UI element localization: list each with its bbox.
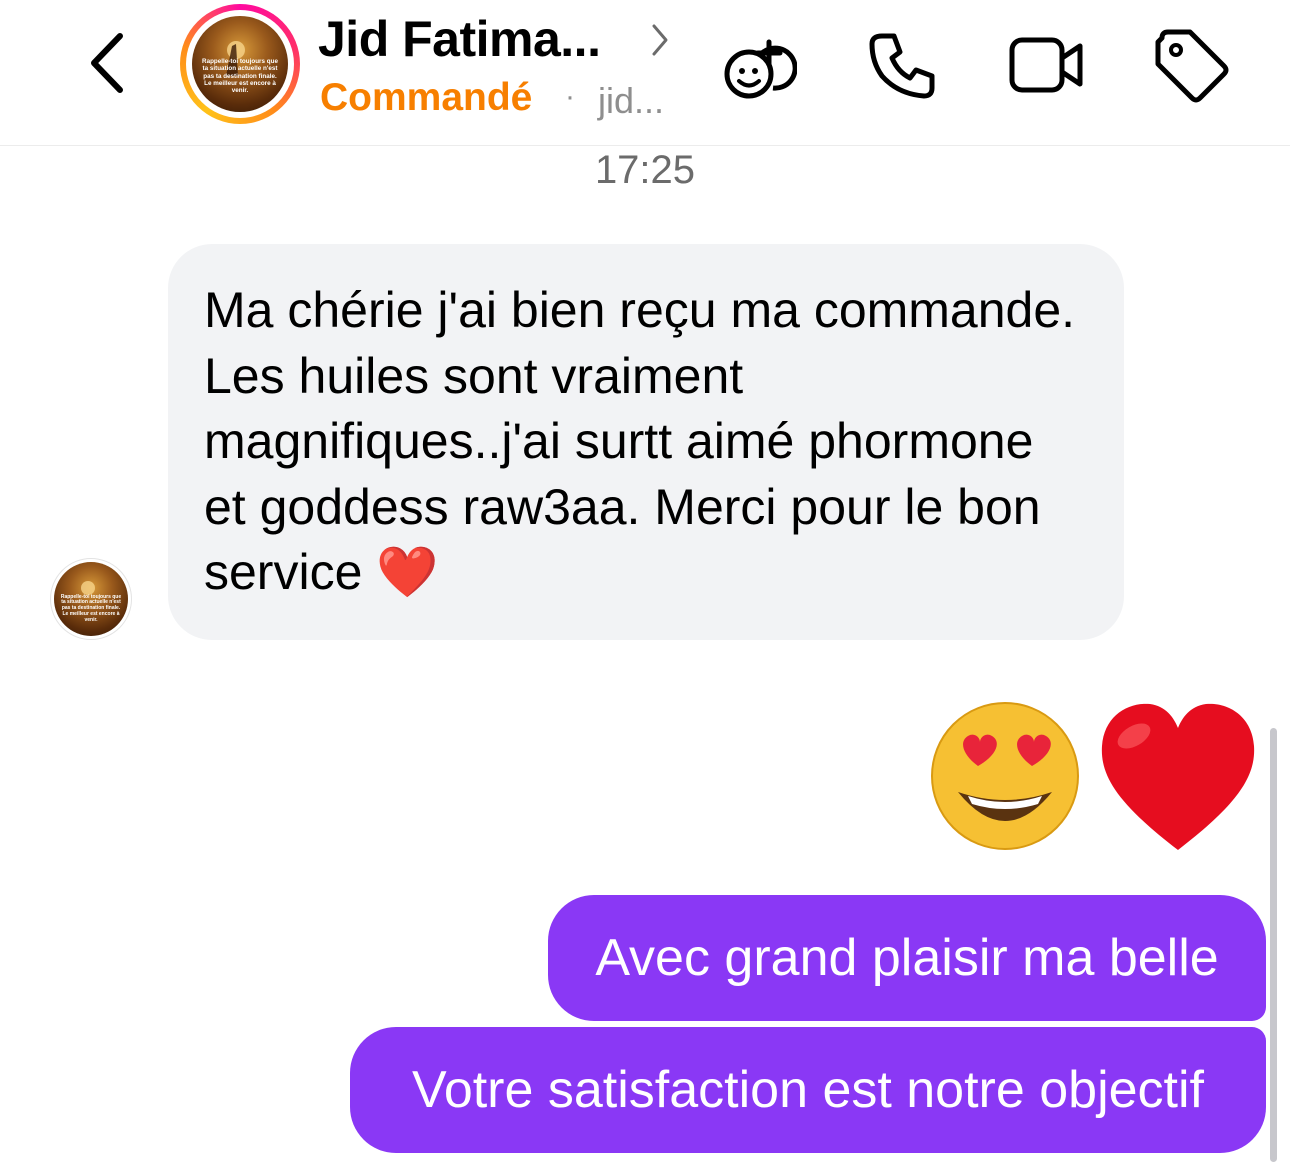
heart-eyes-emoji-icon — [931, 702, 1079, 850]
scrollbar[interactable] — [1270, 728, 1277, 1162]
outgoing-message-bubble[interactable]: Votre satisfaction est notre objectif — [350, 1027, 1266, 1153]
red-heart-emoji-icon — [1101, 703, 1255, 850]
sender-avatar[interactable]: Rappelle-toi toujours que ta situation a… — [50, 558, 132, 640]
phone-icon[interactable] — [862, 26, 942, 106]
chat-header: Rappelle-toi toujours que ta situation a… — [0, 0, 1290, 146]
sender-avatar-image: Rappelle-toi toujours que ta situation a… — [54, 562, 128, 636]
back-chevron-icon[interactable] — [80, 28, 140, 98]
order-status-label[interactable]: Commandé — [320, 76, 532, 120]
chevron-right-icon[interactable] — [648, 20, 672, 60]
incoming-message-bubble[interactable]: Ma chérie j'ai bien reçu ma commande. Le… — [168, 244, 1124, 640]
separator-dot: · — [565, 80, 575, 113]
avatar-caption: Rappelle-toi toujours que ta situation a… — [60, 593, 122, 623]
emoji-message[interactable] — [928, 700, 1258, 850]
tag-icon[interactable] — [1152, 26, 1232, 106]
profile-avatar[interactable]: Rappelle-toi toujours que ta situation a… — [192, 16, 288, 112]
avatar-caption: Rappelle-toi toujours que ta situation a… — [202, 58, 278, 95]
contact-name[interactable]: Jid Fatima... — [318, 10, 601, 68]
add-to-group-icon[interactable] — [717, 26, 797, 106]
outgoing-message-text: Votre satisfaction est notre objectif — [412, 1061, 1204, 1119]
incoming-message-text: Ma chérie j'ai bien reçu ma commande. Le… — [204, 282, 1076, 600]
video-camera-icon[interactable] — [1006, 26, 1086, 106]
outgoing-message-text: Avec grand plaisir ma belle — [595, 929, 1219, 987]
contact-handle: jid... — [598, 80, 665, 121]
message-timestamp: 17:25 — [594, 148, 696, 192]
outgoing-message-bubble[interactable]: Avec grand plaisir ma belle — [548, 895, 1266, 1021]
